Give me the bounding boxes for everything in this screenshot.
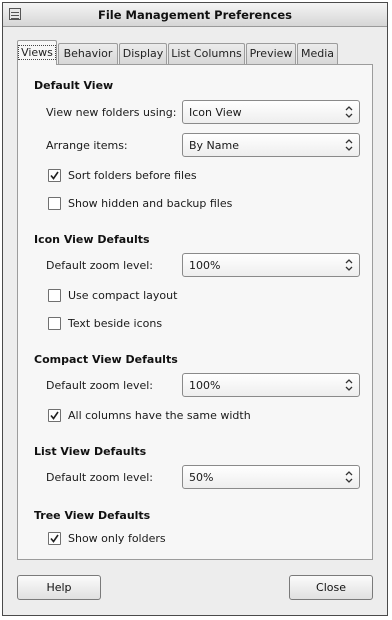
compact-layout-label: Use compact layout — [68, 289, 178, 302]
combo-updown-icon — [345, 139, 353, 151]
arrange-items-label: Arrange items: — [46, 139, 128, 152]
text-beside-icons-checkbox[interactable] — [48, 317, 61, 330]
list-zoom-combo[interactable]: 50% — [182, 465, 360, 489]
list-zoom-label: Default zoom level: — [46, 471, 153, 484]
compact-zoom-label: Default zoom level: — [46, 379, 153, 392]
tab-views-label: Views — [18, 45, 56, 60]
tab-behavior[interactable]: Behavior — [58, 43, 118, 64]
icon-zoom-label: Default zoom level: — [46, 259, 153, 272]
compact-zoom-value: 100% — [189, 379, 221, 392]
close-button[interactable]: Close — [289, 575, 373, 600]
views-tab-panel: Default View View new folders using: Ico… — [17, 64, 373, 560]
view-new-folders-label: View new folders using: — [46, 106, 177, 119]
preferences-window: File Management Preferences Views Behavi… — [2, 2, 388, 616]
view-new-folders-value: Icon View — [189, 106, 242, 119]
combo-updown-icon — [345, 259, 353, 271]
title-bar: File Management Preferences — [3, 3, 387, 27]
tab-views[interactable]: Views — [17, 40, 57, 65]
icon-view-defaults-heading: Icon View Defaults — [34, 233, 150, 246]
checkmark-icon — [50, 411, 59, 420]
tab-display[interactable]: Display — [119, 43, 167, 64]
show-only-folders-label: Show only folders — [68, 532, 166, 545]
sort-folders-checkbox[interactable] — [48, 169, 61, 182]
compact-layout-checkbox[interactable] — [48, 289, 61, 302]
compact-zoom-combo[interactable]: 100% — [182, 373, 360, 397]
checkmark-icon — [50, 171, 59, 180]
show-hidden-label: Show hidden and backup files — [68, 197, 233, 210]
default-view-heading: Default View — [34, 79, 114, 92]
combo-updown-icon — [345, 471, 353, 483]
view-new-folders-combo[interactable]: Icon View — [182, 100, 360, 124]
same-width-checkbox[interactable] — [48, 409, 61, 422]
list-view-defaults-heading: List View Defaults — [34, 445, 147, 458]
tab-media[interactable]: Media — [297, 43, 338, 64]
tree-view-defaults-heading: Tree View Defaults — [34, 509, 151, 522]
text-beside-icons-label: Text beside icons — [68, 317, 163, 330]
icon-zoom-value: 100% — [189, 259, 221, 272]
show-hidden-checkbox[interactable] — [48, 197, 61, 210]
tab-list-columns[interactable]: List Columns — [168, 43, 245, 64]
icon-zoom-combo[interactable]: 100% — [182, 253, 360, 277]
help-button[interactable]: Help — [17, 575, 101, 600]
same-width-label: All columns have the same width — [68, 409, 251, 422]
list-zoom-value: 50% — [189, 471, 214, 484]
arrange-items-value: By Name — [189, 139, 240, 152]
window-title: File Management Preferences — [97, 8, 293, 22]
checkmark-icon — [50, 534, 59, 543]
sort-folders-label: Sort folders before files — [68, 169, 197, 182]
combo-updown-icon — [345, 379, 353, 391]
tab-preview[interactable]: Preview — [246, 43, 296, 64]
arrange-items-combo[interactable]: By Name — [182, 133, 360, 157]
compact-view-defaults-heading: Compact View Defaults — [34, 353, 178, 366]
combo-updown-icon — [345, 106, 353, 118]
show-only-folders-checkbox[interactable] — [48, 532, 61, 545]
